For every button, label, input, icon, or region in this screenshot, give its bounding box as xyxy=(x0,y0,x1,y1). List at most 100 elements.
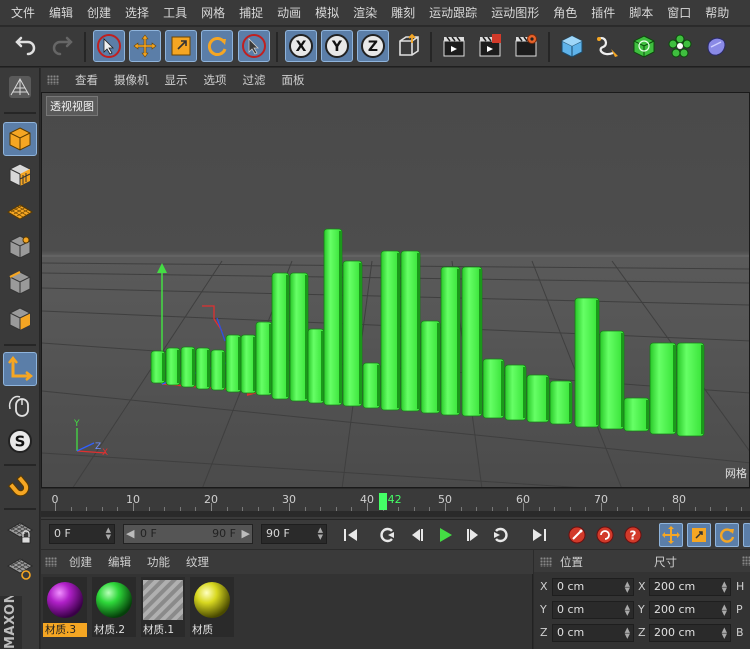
menu-character[interactable]: 角色 xyxy=(546,0,584,26)
timeline-current-marker[interactable] xyxy=(378,493,387,510)
redo-button[interactable] xyxy=(46,30,78,62)
menu-simulate[interactable]: 模拟 xyxy=(308,0,346,26)
viewport-menu-panel[interactable]: 面板 xyxy=(274,72,313,88)
axis-mode-button[interactable] xyxy=(3,352,37,386)
edges-mode-button[interactable] xyxy=(3,266,37,300)
spinner-icon[interactable]: ▲ ▼ xyxy=(625,604,630,617)
material-menu-function[interactable]: 功能 xyxy=(139,554,178,570)
timeline-ruler[interactable]: 0 10 20 30 40 50 60 70 80 42 xyxy=(41,489,750,519)
green-bar[interactable] xyxy=(574,297,600,428)
coordinate-system-button[interactable] xyxy=(393,30,425,62)
viewport-view-label[interactable]: 透视视图 xyxy=(46,96,98,116)
spinner-icon[interactable]: ▲ ▼ xyxy=(722,581,727,594)
menu-window[interactable]: 窗口 xyxy=(660,0,698,26)
green-bar[interactable] xyxy=(549,380,573,425)
menu-create[interactable]: 创建 xyxy=(80,0,118,26)
play-forward-button[interactable] xyxy=(433,523,457,547)
snapping-button[interactable]: S xyxy=(3,424,37,458)
menu-help[interactable]: 帮助 xyxy=(698,0,736,26)
panel-grip-icon[interactable] xyxy=(742,556,750,566)
green-bar[interactable] xyxy=(676,342,705,437)
viewport-menu-filter[interactable]: 过滤 xyxy=(235,72,274,88)
previous-key-button[interactable] xyxy=(375,523,399,547)
size-y-field[interactable]: 200 cm ▲ ▼ xyxy=(649,601,731,619)
start-frame-field[interactable]: 0 F ▲ ▼ xyxy=(49,524,115,544)
size-z-field[interactable]: 200 cm ▲ ▼ xyxy=(649,624,731,642)
preview-range-slider[interactable]: ◀ 0 F 90 F ▶ xyxy=(123,524,253,544)
key-position-button[interactable] xyxy=(659,523,683,547)
green-bar[interactable] xyxy=(526,374,550,423)
perspective-viewport[interactable]: Y Z X 透视视图 网格 xyxy=(41,92,750,488)
slider-left-arrow-icon[interactable]: ◀ xyxy=(126,525,134,543)
keyframe-selection-button[interactable]: ? xyxy=(621,523,645,547)
menu-snap[interactable]: 捕捉 xyxy=(232,0,270,26)
render-to-picture-viewer-button[interactable] xyxy=(474,30,506,62)
menu-tools[interactable]: 工具 xyxy=(156,0,194,26)
material-menu-edit[interactable]: 编辑 xyxy=(100,554,139,570)
workplane-mode-button[interactable] xyxy=(3,194,37,228)
panel-grip-icon[interactable] xyxy=(45,557,57,567)
spinner-icon[interactable]: ▲ ▼ xyxy=(106,527,111,541)
menu-motion-tracking[interactable]: 运动跟踪 xyxy=(422,0,484,26)
live-selection-button[interactable] xyxy=(93,30,125,62)
material-swatch[interactable]: 材质.3 xyxy=(43,577,87,637)
slider-right-arrow-icon[interactable]: ▶ xyxy=(242,525,250,543)
menu-animate[interactable]: 动画 xyxy=(270,0,308,26)
cube-primitive-button[interactable] xyxy=(556,30,588,62)
green-bar[interactable] xyxy=(482,358,505,419)
menu-file[interactable]: 文件 xyxy=(4,0,42,26)
key-parameter-button[interactable] xyxy=(743,523,750,547)
material-menu-texture[interactable]: 纹理 xyxy=(178,554,217,570)
y-axis-lock-button[interactable]: Y xyxy=(321,30,353,62)
autokeying-button[interactable] xyxy=(593,523,617,547)
polygons-mode-button[interactable] xyxy=(3,302,37,336)
position-z-field[interactable]: 0 cm ▲ ▼ xyxy=(552,624,634,642)
spinner-icon[interactable]: ▲ ▼ xyxy=(625,627,630,640)
next-key-button[interactable] xyxy=(489,523,513,547)
go-to-end-button[interactable] xyxy=(527,523,551,547)
position-y-field[interactable]: 0 cm ▲ ▼ xyxy=(552,601,634,619)
subdivision-surface-button[interactable] xyxy=(628,30,660,62)
x-axis-lock-button[interactable]: X xyxy=(285,30,317,62)
menu-plugins[interactable]: 插件 xyxy=(584,0,622,26)
position-x-field[interactable]: 0 cm ▲ ▼ xyxy=(552,578,634,596)
spinner-icon[interactable]: ▲ ▼ xyxy=(722,627,727,640)
magnet-button[interactable] xyxy=(3,470,37,504)
rotate-tool-button[interactable] xyxy=(201,30,233,62)
menu-render[interactable]: 渲染 xyxy=(346,0,384,26)
timeline-track[interactable] xyxy=(41,511,750,517)
menu-script[interactable]: 脚本 xyxy=(622,0,660,26)
green-bar[interactable] xyxy=(599,330,625,430)
panel-grip-icon[interactable] xyxy=(540,557,552,567)
scale-tool-button[interactable] xyxy=(165,30,197,62)
menu-select[interactable]: 选择 xyxy=(118,0,156,26)
menu-edit[interactable]: 编辑 xyxy=(42,0,80,26)
next-frame-button[interactable] xyxy=(461,523,485,547)
menu-mesh[interactable]: 网格 xyxy=(194,0,232,26)
green-bar[interactable] xyxy=(623,397,650,432)
deformer-button[interactable] xyxy=(700,30,732,62)
viewport-menu-display[interactable]: 显示 xyxy=(157,72,196,88)
render-view-button[interactable] xyxy=(438,30,470,62)
z-axis-lock-button[interactable]: Z xyxy=(357,30,389,62)
cloner-button[interactable] xyxy=(664,30,696,62)
green-bar[interactable] xyxy=(649,342,677,435)
viewport-menu-options[interactable]: 选项 xyxy=(196,72,235,88)
model-mode-button[interactable] xyxy=(3,122,37,156)
spline-pen-button[interactable] xyxy=(592,30,624,62)
green-bar[interactable] xyxy=(504,364,527,421)
panel-grip-icon[interactable] xyxy=(47,75,59,85)
viewport-menu-view[interactable]: 查看 xyxy=(67,72,106,88)
key-scale-button[interactable] xyxy=(687,523,711,547)
size-x-field[interactable]: 200 cm ▲ ▼ xyxy=(649,578,731,596)
tweak-mode-button[interactable] xyxy=(3,388,37,422)
material-menu-create[interactable]: 创建 xyxy=(61,554,100,570)
key-rotation-button[interactable] xyxy=(715,523,739,547)
undo-button[interactable] xyxy=(10,30,42,62)
menu-mograph[interactable]: 运动图形 xyxy=(484,0,546,26)
viewport-menu-cameras[interactable]: 摄像机 xyxy=(106,72,157,88)
planar-workplane-button[interactable] xyxy=(3,550,37,584)
menu-sculpt[interactable]: 雕刻 xyxy=(384,0,422,26)
go-to-start-button[interactable] xyxy=(339,523,363,547)
spinner-icon[interactable]: ▲ ▼ xyxy=(722,604,727,617)
